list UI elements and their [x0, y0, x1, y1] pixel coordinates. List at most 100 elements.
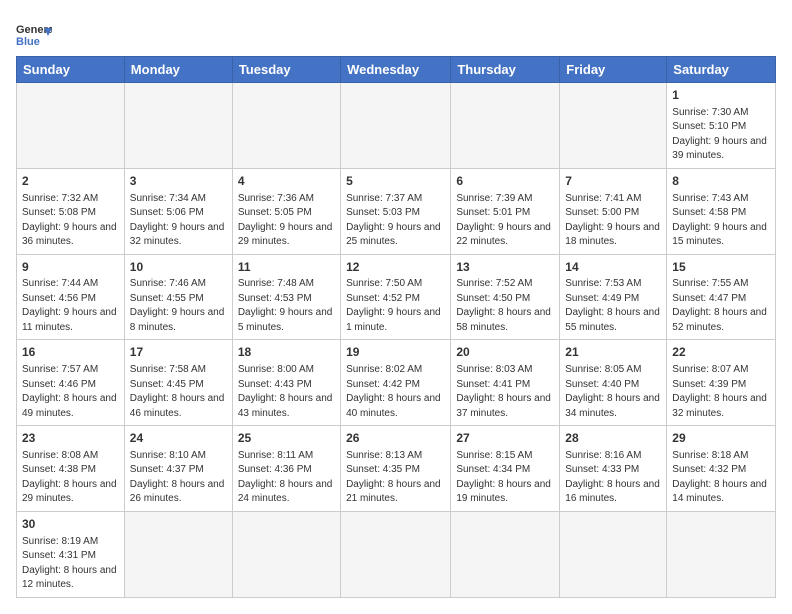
day-number: 23	[22, 430, 119, 447]
calendar-cell	[560, 83, 667, 169]
calendar-table: SundayMondayTuesdayWednesdayThursdayFrid…	[16, 56, 776, 598]
day-info: Sunrise: 7:46 AM Sunset: 4:55 PM Dayligh…	[130, 277, 227, 335]
calendar-week-row: 9Sunrise: 7:44 AM Sunset: 4:56 PM Daylig…	[17, 254, 776, 340]
calendar-week-row: 23 Sunrise: 8:08 AM Sunset: 4:38 PM Dayli…	[17, 426, 776, 512]
day-number: 15	[672, 259, 770, 276]
calendar-cell: 4 Sunrise: 7:36 AM Sunset: 5:05 PM Daylig…	[232, 168, 340, 254]
calendar-cell: 7 Sunrise: 7:41 AM Sunset: 5:00 PM Daylig…	[560, 168, 667, 254]
calendar-cell: 30Sunrise: 8:19 AM Sunset: 4:31 PM Dayli…	[17, 511, 125, 597]
day-number: 29	[672, 430, 770, 447]
day-number: 7	[565, 173, 661, 190]
day-number: 6	[456, 173, 554, 190]
day-info: Sunrise: 8:05 AM Sunset: 4:40 PM Dayligh…	[565, 363, 661, 421]
day-number: 4	[238, 173, 335, 190]
day-info: Sunrise: 8:11 AM Sunset: 4:36 PM Dayligh…	[238, 449, 335, 507]
day-info: Sunrise: 7:32 AM Sunset: 5:08 PM Dayligh…	[22, 192, 119, 250]
day-number: 10	[130, 259, 227, 276]
calendar-cell	[451, 511, 560, 597]
calendar-week-row: 2 Sunrise: 7:32 AM Sunset: 5:08 PM Daylig…	[17, 168, 776, 254]
day-number: 27	[456, 430, 554, 447]
day-info: Sunrise: 7:41 AM Sunset: 5:00 PM Dayligh…	[565, 192, 661, 250]
day-number: 1	[672, 87, 770, 104]
day-number: 13	[456, 259, 554, 276]
calendar-cell: 19 Sunrise: 8:02 AM Sunset: 4:42 PM Dayli…	[341, 340, 451, 426]
calendar-week-row: 1 Sunrise: 7:30 AM Sunset: 5:10 PM Daylig…	[17, 83, 776, 169]
day-number: 8	[672, 173, 770, 190]
day-number: 12	[346, 259, 445, 276]
calendar-cell: 13Sunrise: 7:52 AM Sunset: 4:50 PM Dayli…	[451, 254, 560, 340]
calendar-cell: 10Sunrise: 7:46 AM Sunset: 4:55 PM Dayli…	[124, 254, 232, 340]
weekday-header-tuesday: Tuesday	[232, 57, 340, 83]
calendar-cell: 5 Sunrise: 7:37 AM Sunset: 5:03 PM Daylig…	[341, 168, 451, 254]
day-number: 18	[238, 344, 335, 361]
day-number: 5	[346, 173, 445, 190]
calendar-cell: 6 Sunrise: 7:39 AM Sunset: 5:01 PM Daylig…	[451, 168, 560, 254]
calendar-cell	[451, 83, 560, 169]
day-info: Sunrise: 8:08 AM Sunset: 4:38 PM Dayligh…	[22, 449, 119, 507]
day-number: 26	[346, 430, 445, 447]
day-number: 20	[456, 344, 554, 361]
day-info: Sunrise: 7:36 AM Sunset: 5:05 PM Dayligh…	[238, 192, 335, 250]
day-info: Sunrise: 8:18 AM Sunset: 4:32 PM Dayligh…	[672, 449, 770, 507]
calendar-cell	[667, 511, 776, 597]
day-info: Sunrise: 7:30 AM Sunset: 5:10 PM Dayligh…	[672, 106, 770, 164]
svg-text:Blue: Blue	[16, 36, 40, 48]
day-number: 25	[238, 430, 335, 447]
calendar-cell: 25 Sunrise: 8:11 AM Sunset: 4:36 PM Dayli…	[232, 426, 340, 512]
calendar-cell	[124, 83, 232, 169]
calendar-week-row: 30Sunrise: 8:19 AM Sunset: 4:31 PM Dayli…	[17, 511, 776, 597]
day-number: 9	[22, 259, 119, 276]
weekday-header-saturday: Saturday	[667, 57, 776, 83]
day-number: 24	[130, 430, 227, 447]
day-info: Sunrise: 8:15 AM Sunset: 4:34 PM Dayligh…	[456, 449, 554, 507]
day-info: Sunrise: 7:55 AM Sunset: 4:47 PM Dayligh…	[672, 277, 770, 335]
day-number: 11	[238, 259, 335, 276]
day-info: Sunrise: 7:52 AM Sunset: 4:50 PM Dayligh…	[456, 277, 554, 335]
calendar-cell: 11Sunrise: 7:48 AM Sunset: 4:53 PM Dayli…	[232, 254, 340, 340]
day-number: 21	[565, 344, 661, 361]
day-number: 16	[22, 344, 119, 361]
day-info: Sunrise: 7:57 AM Sunset: 4:46 PM Dayligh…	[22, 363, 119, 421]
calendar-cell	[232, 511, 340, 597]
day-info: Sunrise: 7:39 AM Sunset: 5:01 PM Dayligh…	[456, 192, 554, 250]
weekday-header-thursday: Thursday	[451, 57, 560, 83]
calendar-cell: 1 Sunrise: 7:30 AM Sunset: 5:10 PM Daylig…	[667, 83, 776, 169]
calendar-cell: 15Sunrise: 7:55 AM Sunset: 4:47 PM Dayli…	[667, 254, 776, 340]
calendar-cell: 21 Sunrise: 8:05 AM Sunset: 4:40 PM Dayli…	[560, 340, 667, 426]
logo: General Blue	[16, 20, 52, 48]
day-info: Sunrise: 8:13 AM Sunset: 4:35 PM Dayligh…	[346, 449, 445, 507]
calendar-cell	[17, 83, 125, 169]
calendar-week-row: 16 Sunrise: 7:57 AM Sunset: 4:46 PM Dayli…	[17, 340, 776, 426]
day-number: 2	[22, 173, 119, 190]
calendar-cell: 2 Sunrise: 7:32 AM Sunset: 5:08 PM Daylig…	[17, 168, 125, 254]
day-info: Sunrise: 7:48 AM Sunset: 4:53 PM Dayligh…	[238, 277, 335, 335]
calendar-cell: 14Sunrise: 7:53 AM Sunset: 4:49 PM Dayli…	[560, 254, 667, 340]
weekday-header-row: SundayMondayTuesdayWednesdayThursdayFrid…	[17, 57, 776, 83]
calendar-cell: 17Sunrise: 7:58 AM Sunset: 4:45 PM Dayli…	[124, 340, 232, 426]
calendar-cell: 20Sunrise: 8:03 AM Sunset: 4:41 PM Dayli…	[451, 340, 560, 426]
day-info: Sunrise: 8:10 AM Sunset: 4:37 PM Dayligh…	[130, 449, 227, 507]
day-number: 17	[130, 344, 227, 361]
calendar-cell	[124, 511, 232, 597]
calendar-cell: 22Sunrise: 8:07 AM Sunset: 4:39 PM Dayli…	[667, 340, 776, 426]
calendar-cell: 12Sunrise: 7:50 AM Sunset: 4:52 PM Dayli…	[341, 254, 451, 340]
day-info: Sunrise: 7:34 AM Sunset: 5:06 PM Dayligh…	[130, 192, 227, 250]
day-number: 28	[565, 430, 661, 447]
day-info: Sunrise: 7:37 AM Sunset: 5:03 PM Dayligh…	[346, 192, 445, 250]
day-info: Sunrise: 7:43 AM Sunset: 4:58 PM Dayligh…	[672, 192, 770, 250]
calendar-cell	[341, 511, 451, 597]
day-number: 19	[346, 344, 445, 361]
calendar-cell	[560, 511, 667, 597]
weekday-header-wednesday: Wednesday	[341, 57, 451, 83]
day-info: Sunrise: 8:02 AM Sunset: 4:42 PM Dayligh…	[346, 363, 445, 421]
calendar-cell	[341, 83, 451, 169]
calendar-cell: 26 Sunrise: 8:13 AM Sunset: 4:35 PM Dayli…	[341, 426, 451, 512]
weekday-header-sunday: Sunday	[17, 57, 125, 83]
day-info: Sunrise: 7:53 AM Sunset: 4:49 PM Dayligh…	[565, 277, 661, 335]
calendar-cell: 9Sunrise: 7:44 AM Sunset: 4:56 PM Daylig…	[17, 254, 125, 340]
day-number: 14	[565, 259, 661, 276]
day-number: 3	[130, 173, 227, 190]
calendar-cell: 3 Sunrise: 7:34 AM Sunset: 5:06 PM Daylig…	[124, 168, 232, 254]
day-number: 30	[22, 516, 119, 533]
day-number: 22	[672, 344, 770, 361]
